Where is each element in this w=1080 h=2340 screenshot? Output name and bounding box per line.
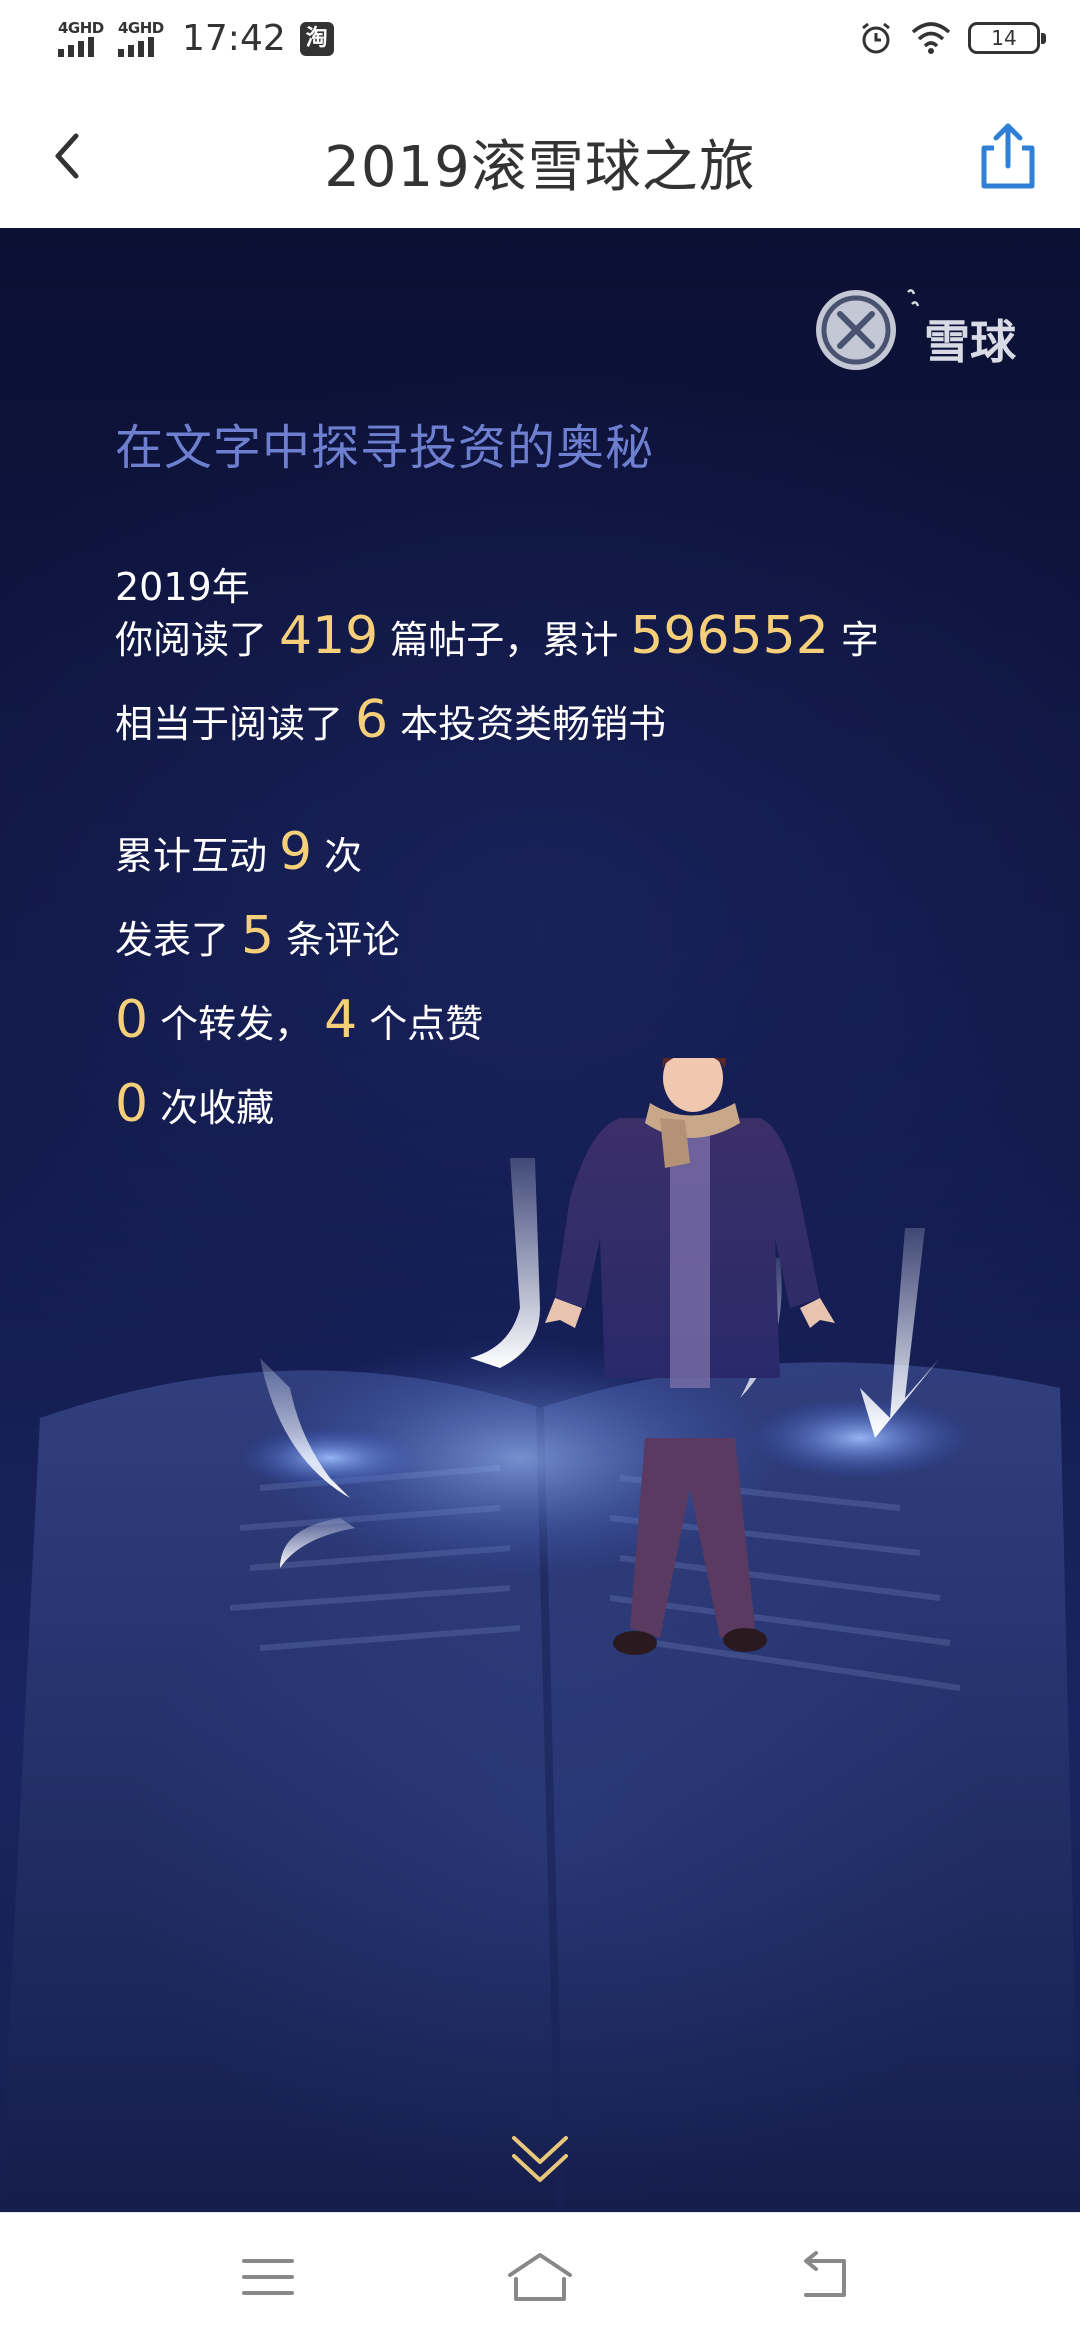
year-line: 2019年 (115, 556, 250, 611)
year-text: 2019年 (115, 565, 250, 609)
words-count: 596552 (630, 606, 829, 666)
interactions-count: 9 (279, 822, 313, 882)
interactions-suffix: 次 (324, 834, 363, 878)
signal-label: 4GHD (58, 18, 104, 37)
reader-illustration (0, 1058, 1080, 2208)
comments-prefix: 发表了 (115, 918, 230, 962)
battery-icon: 14 (968, 22, 1046, 54)
posts-count: 419 (279, 606, 379, 666)
books-suffix: 本投资类畅销书 (400, 702, 667, 746)
section-heading: 在文字中探寻投资的奥秘 (115, 420, 655, 476)
reading-mid: 篇帖子，累计 (390, 618, 619, 662)
reading-suffix: 字 (840, 618, 879, 662)
likes-label: 个点赞 (369, 1002, 484, 1046)
logo-text: 雪球 (924, 315, 1016, 369)
report-card: 雪球 在文字中探寻投资的奥秘 2019年 你阅读了 419 篇帖子，累计 596… (0, 228, 1080, 2212)
system-nav-bar (0, 2212, 1080, 2340)
share-icon[interactable] (970, 118, 1046, 194)
reading-line: 你阅读了 419 篇帖子，累计 596552 字 (115, 606, 879, 666)
interactions-prefix: 累计互动 (115, 834, 268, 878)
glow-stroke (470, 1158, 540, 1368)
page-title: 2019滚雪球之旅 (324, 135, 756, 200)
taobao-icon: 淘 (299, 21, 334, 56)
interactions-line: 累计互动 9 次 (115, 822, 362, 882)
likes-count: 4 (324, 990, 358, 1050)
home-icon[interactable] (504, 2249, 576, 2305)
wifi-icon (911, 22, 951, 54)
books-line: 相当于阅读了 6 本投资类畅销书 (115, 690, 666, 750)
shares-count: 0 (115, 990, 149, 1050)
signal-icon: 4GHD (118, 19, 164, 59)
return-icon[interactable] (796, 2251, 852, 2301)
signal-label: 4GHD (118, 18, 164, 37)
comments-suffix: 条评论 (286, 918, 401, 962)
books-prefix: 相当于阅读了 (115, 702, 344, 746)
status-bar: 4GHD 4GHD 17:42 淘 14 (0, 0, 1080, 84)
double-chevron-down-icon[interactable] (508, 2128, 572, 2192)
shares-likes-line: 0 个转发， 4 个点赞 (115, 990, 483, 1050)
books-count: 6 (355, 690, 389, 750)
comments-line: 发表了 5 条评论 (115, 906, 400, 966)
battery-level: 14 (991, 26, 1017, 50)
comments-count: 5 (241, 906, 275, 966)
reading-prefix: 你阅读了 (115, 618, 268, 662)
chevron-left-icon[interactable] (40, 126, 100, 186)
menu-icon[interactable] (240, 2253, 296, 2301)
xueqiu-logo: 雪球 (814, 278, 1044, 378)
shares-label: 个转发， (160, 1002, 313, 1046)
clock: 17:42 (182, 18, 286, 59)
status-left: 4GHD 4GHD 17:42 淘 (58, 18, 334, 59)
signal-icon: 4GHD (58, 19, 104, 59)
app-header: 2019滚雪球之旅 (0, 84, 1080, 228)
alarm-icon (862, 22, 890, 54)
status-right: 14 (858, 20, 1046, 56)
